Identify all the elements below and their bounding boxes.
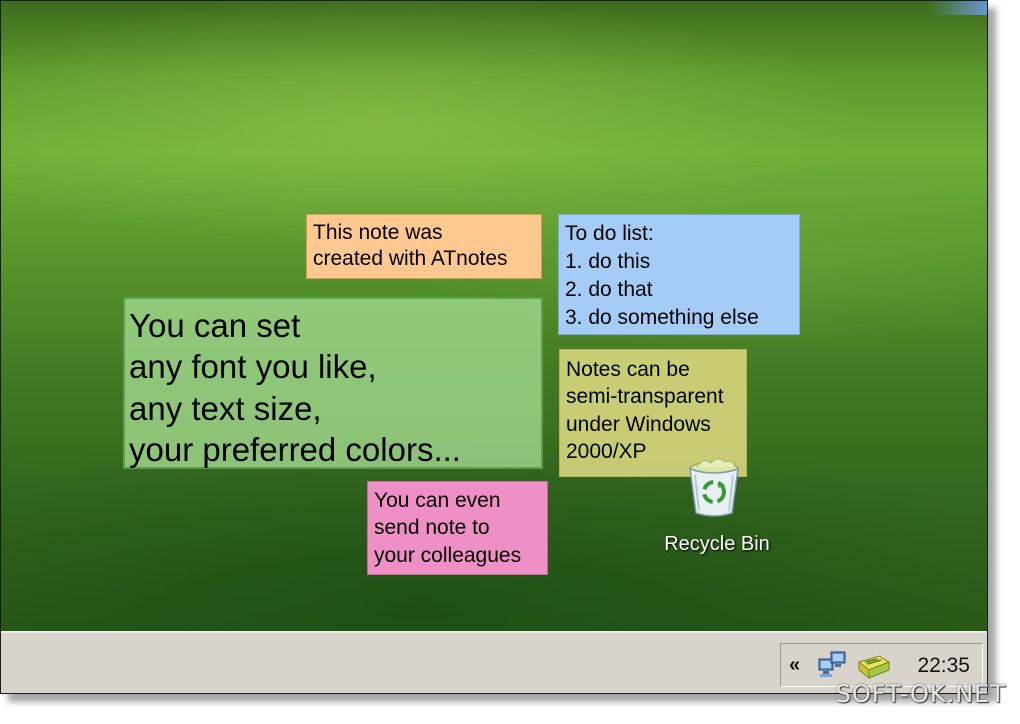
watermark: SOFT-OK.NET [835,680,1006,708]
sticky-note-atnotes[interactable]: This note was created with ATnotes [306,214,542,279]
sticky-note-todo-list[interactable]: To do list: 1. do this 2. do that 3. do … [558,214,800,335]
recycle-bin-icon [689,458,739,517]
recycle-bin-shortcut[interactable]: Recycle Bin [647,451,787,563]
show-hidden-icons-button[interactable]: « [789,654,800,677]
tray-clock[interactable]: 22:35 [917,654,970,678]
recycle-bin-label[interactable]: Recycle Bin [647,533,787,556]
sky-corner [929,1,987,15]
network-connections-icon[interactable] [817,650,849,680]
desktop[interactable]: This note was created with ATnotes To do… [1,1,987,631]
sticky-note-fonts[interactable]: You can set any font you like, any text … [123,297,543,469]
screenshot-frame: This note was created with ATnotes To do… [0,0,988,694]
sticky-note-send[interactable]: You can even send note to your colleague… [367,481,548,575]
atnotes-tray-icon[interactable] [857,652,891,680]
